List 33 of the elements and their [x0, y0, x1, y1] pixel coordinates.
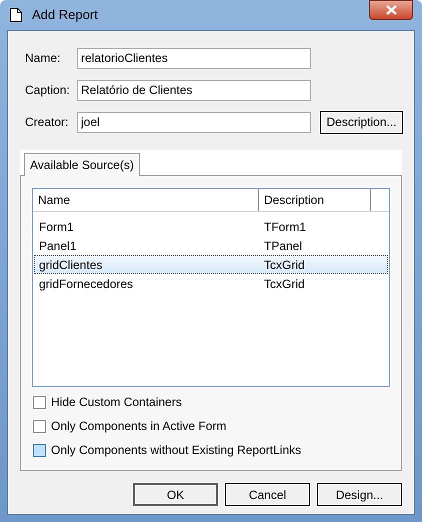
checkbox-label: Only Components in Active Form	[51, 418, 226, 435]
table-cell-text: TcxGrid	[263, 256, 306, 274]
tab[interactable]: Available Source(s)	[24, 153, 140, 176]
close-icon	[386, 5, 396, 15]
table-cell-text: TcxGrid	[263, 276, 306, 292]
text-field[interactable]: Relatório de Clientes	[77, 80, 311, 100]
checkbox-label: Hide Custom Containers	[51, 394, 182, 411]
checkbox[interactable]	[33, 444, 46, 456]
table-cell-text: Form1	[38, 218, 75, 236]
text-field[interactable]: joel	[77, 112, 311, 132]
table-row[interactable]: Panel1 TPanel	[34, 236, 388, 255]
dialog-button[interactable]: OK	[133, 483, 218, 506]
table-row[interactable]: gridClientes TcxGrid	[34, 255, 388, 274]
table-row[interactable]: Form1 TForm1	[34, 217, 388, 236]
table-cell-text: Panel1	[38, 238, 78, 254]
table-cell-text: gridClientes	[38, 256, 104, 274]
table-row[interactable]: gridFornecedores TcxGrid	[34, 274, 388, 293]
field-label: Caption:	[25, 82, 71, 99]
window-title: Add Report	[32, 6, 98, 24]
checkbox[interactable]	[33, 396, 46, 408]
checkbox[interactable]	[33, 420, 46, 432]
description-button[interactable]: Description...	[320, 110, 403, 134]
close-button[interactable]	[369, 0, 413, 20]
dialog-button[interactable]: Cancel	[225, 483, 310, 506]
text-field[interactable]: relatorioClientes	[77, 48, 311, 68]
field-label: Name:	[25, 50, 62, 67]
field-label: Creator:	[25, 114, 70, 131]
checkbox-label: Only Components without Existing ReportLinks	[51, 442, 302, 459]
table-cell-text: gridFornecedores	[38, 276, 134, 292]
table-cell-text: TPanel	[263, 238, 304, 254]
table-cell-text: TForm1	[263, 218, 307, 236]
document-icon	[10, 8, 22, 22]
dialog-button[interactable]: Design...	[317, 483, 402, 506]
